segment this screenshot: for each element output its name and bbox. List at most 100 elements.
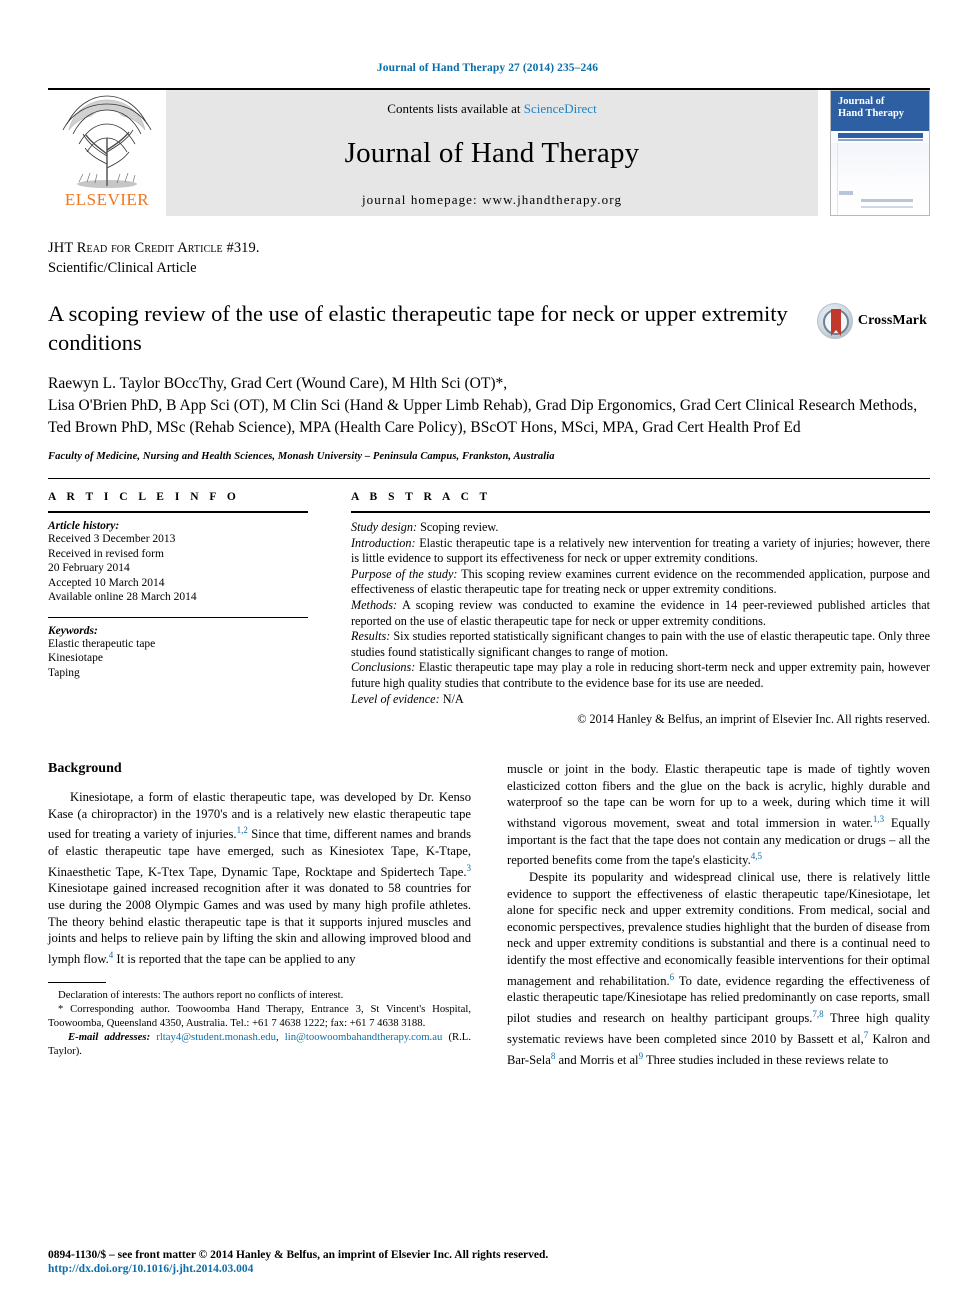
history-item: 20 February 2014 <box>48 562 130 574</box>
reference-marker[interactable]: 3 <box>467 863 472 873</box>
body-text-run: Despite its popularity and widespread cl… <box>507 870 930 988</box>
body-columns: Background Kinesiotape, a form of elasti… <box>48 761 930 1068</box>
masthead-center-panel: Contents lists available at ScienceDirec… <box>166 90 818 216</box>
email-link-2[interactable]: lin@toowoombahandtherapy.com.au <box>285 1031 443 1043</box>
article-info-divider <box>48 511 308 513</box>
abstract-copyright: © 2014 Hanley & Belfus, an imprint of El… <box>577 712 930 727</box>
abstract-column: A B S T R A C T Study design: Scoping re… <box>326 491 930 727</box>
abstract-label: Conclusions: <box>351 660 416 675</box>
page-title: A scoping review of the use of elastic t… <box>48 301 788 355</box>
body-right-column: muscle or joint in the body. Elastic the… <box>507 761 930 1068</box>
contents-prefix: Contents lists available at <box>387 101 521 116</box>
email-label: E-mail addresses: <box>68 1031 151 1044</box>
abstract-text: Scoping review. <box>417 520 499 534</box>
reference-marker[interactable]: 4,5 <box>751 851 762 861</box>
history-item: Accepted 10 March 2014 <box>48 576 165 589</box>
footnote-corresponding-author: * Corresponding author. Toowoomba Hand T… <box>48 1003 471 1029</box>
crossmark-badge[interactable]: CrossMark <box>816 303 927 339</box>
article-info-column: A R T I C L E I N F O Article history: R… <box>48 491 326 727</box>
abstract-text: A scoping review was conducted to examin… <box>351 597 930 628</box>
info-abstract-region: A R T I C L E I N F O Article history: R… <box>48 478 930 727</box>
cover-rule-secondary <box>838 139 923 141</box>
abstract-section: Results: Six studies reported statistica… <box>351 629 930 660</box>
body-paragraph: Kinesiotape, a form of elastic therapeut… <box>48 789 471 968</box>
abstract-label: Methods: <box>351 597 398 612</box>
running-head: Journal of Hand Therapy 27 (2014) 235–24… <box>376 62 599 74</box>
author-3-text: Ted Brown PhD, MSc (Rehab Science), MPA … <box>48 419 801 436</box>
cover-footer-mark-2 <box>861 199 913 202</box>
article-page: Journal of Hand Therapy 27 (2014) 235–24… <box>0 0 975 1305</box>
abstract-section: Methods: A scoping review was conducted … <box>351 598 930 629</box>
author-list: Raewyn L. Taylor BOccThy, Grad Cert (Wou… <box>48 373 927 439</box>
author-line-2: Lisa O'Brien PhD, B App Sci (OT), M Clin… <box>48 395 927 417</box>
abstract-heading: A B S T R A C T <box>351 491 492 503</box>
cover-spine <box>837 143 838 215</box>
elsevier-wordmark: ELSEVIER <box>64 190 150 209</box>
reference-marker[interactable]: 1,2 <box>237 825 248 835</box>
footnote-divider <box>48 981 106 983</box>
footnote-emails: E-mail addresses: rltay4@student.monash.… <box>48 1031 472 1057</box>
abstract-label: Purpose of the study: <box>351 566 458 581</box>
abstract-section: Level of evidence: N/A <box>351 692 930 708</box>
issn-copyright-line: 0894-1130/$ – see front matter © 2014 Ha… <box>48 1249 549 1261</box>
article-category: Scientific/Clinical Article <box>48 260 197 276</box>
author-2-text: Lisa O'Brien PhD, B App Sci (OT), M Clin… <box>48 397 918 414</box>
abstract-divider <box>351 511 930 513</box>
crossmark-icon <box>816 303 853 339</box>
keyword-item: Kinesiotape <box>48 652 103 664</box>
author-affiliation: Faculty of Medicine, Nursing and Health … <box>48 451 555 462</box>
abstract-label: Results: <box>351 629 391 644</box>
footnote-declaration: Declaration of interests: The authors re… <box>58 988 344 1001</box>
abstract-section: Introduction: Elastic therapeutic tape i… <box>351 536 930 567</box>
abstract-text: Elastic therapeutic tape may play a role… <box>351 660 930 690</box>
abstract-text: Six studies reported statistically signi… <box>351 629 930 659</box>
email-link-1[interactable]: rltay4@student.monash.edu <box>156 1031 276 1043</box>
keyword-item: Taping <box>48 666 80 679</box>
journal-masthead: ELSEVIER Contents lists available at Sci… <box>48 88 930 216</box>
body-paragraph: Despite its popularity and widespread cl… <box>507 869 930 1068</box>
section-heading-background: Background <box>48 761 122 777</box>
abstract-label: Level of evidence: <box>351 691 440 706</box>
cover-title-line2: Hand Therapy <box>838 108 905 119</box>
abstract-label: Introduction: <box>351 535 416 550</box>
jht-read-for-credit-line: JHT Read for Credit Article #319. <box>48 240 260 256</box>
body-left-column: Background Kinesiotape, a form of elasti… <box>48 761 471 1068</box>
article-history-label: Article history: <box>48 520 120 532</box>
body-text-run: and Morris et al <box>555 1052 639 1067</box>
author-line-1: Raewyn L. Taylor BOccThy, Grad Cert (Wou… <box>48 373 927 395</box>
elsevier-tree-icon <box>57 94 157 190</box>
contents-available-line: Contents lists available at ScienceDirec… <box>387 101 596 117</box>
article-info-heading: A R T I C L E I N F O <box>48 491 240 503</box>
journal-title: Journal of Hand Therapy <box>344 137 640 169</box>
body-text-run: It is reported that the tape can be appl… <box>113 952 356 967</box>
journal-homepage-link[interactable]: journal homepage: www.jhandtherapy.org <box>362 192 622 208</box>
reference-marker[interactable]: 7,8 <box>812 1009 823 1019</box>
cover-body <box>831 143 929 215</box>
body-text-run: Three studies included in these reviews … <box>643 1052 889 1067</box>
abstract-text: N/A <box>439 691 464 706</box>
author-1-text: Raewyn L. Taylor BOccThy, Grad Cert (Wou… <box>48 375 508 392</box>
abstract-section: Purpose of the study: This scoping revie… <box>351 567 930 598</box>
abstract-section: Study design: Scoping review. <box>351 520 930 536</box>
author-line-3: Ted Brown PhD, MSc (Rehab Science), MPA … <box>48 417 927 439</box>
sciencedirect-link[interactable]: ScienceDirect <box>524 101 597 116</box>
elsevier-logo: ELSEVIER <box>48 90 166 216</box>
history-item: Received 3 December 2013 <box>48 533 176 545</box>
body-paragraph: muscle or joint in the body. Elastic the… <box>507 761 930 869</box>
abstract-section: Conclusions: Elastic therapeutic tape ma… <box>351 660 930 691</box>
article-type-block: JHT Read for Credit Article #319. Scient… <box>48 240 927 277</box>
cover-footer-mark-3 <box>861 206 913 208</box>
abstract-label: Study design: <box>351 520 418 534</box>
cover-footer-mark-1 <box>839 191 853 195</box>
title-row: A scoping review of the use of elastic t… <box>48 299 927 357</box>
reference-marker[interactable]: 1,3 <box>873 814 884 824</box>
keyword-item: Elastic therapeutic tape <box>48 637 156 650</box>
page-footer: 0894-1130/$ – see front matter © 2014 Ha… <box>48 1249 930 1275</box>
cover-title-line1: Journal of <box>838 96 885 107</box>
body-text-run: muscle or joint in the body. Elastic the… <box>507 762 930 831</box>
doi-link[interactable]: http://dx.doi.org/10.1016/j.jht.2014.03.… <box>48 1263 930 1275</box>
crossmark-ribbon-icon <box>830 309 841 336</box>
cover-header-band: Journal of Hand Therapy <box>831 91 929 131</box>
journal-cover-thumbnail[interactable]: Journal of Hand Therapy <box>830 90 930 216</box>
crossmark-label: CrossMark <box>857 313 927 328</box>
